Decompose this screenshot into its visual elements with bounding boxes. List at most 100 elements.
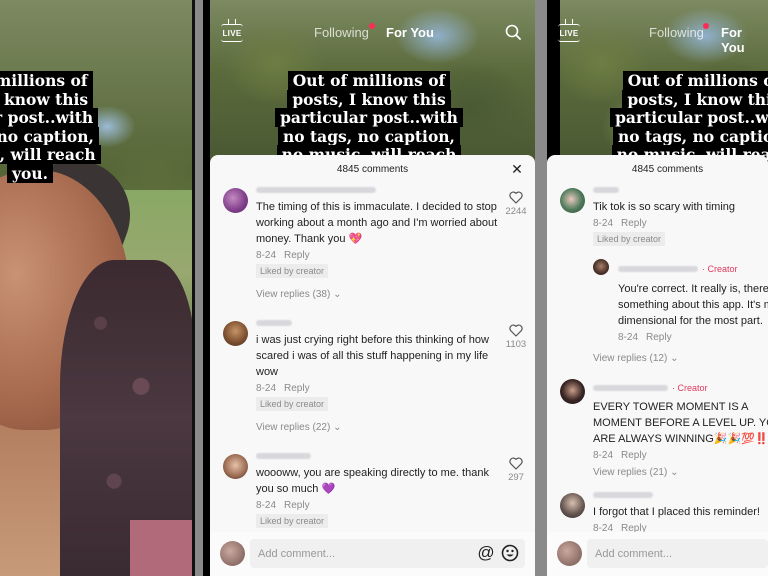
heart-icon — [509, 457, 523, 470]
party-100-emoji: 🎉🎉💯‼️ — [713, 433, 768, 446]
avatar[interactable] — [223, 188, 248, 213]
avatar[interactable] — [223, 321, 248, 347]
comments-list[interactable]: Tik tok is so scary with timing 8-24 Repl… — [547, 185, 768, 532]
heart-icon — [509, 324, 523, 337]
creator-tag: · Creator — [702, 264, 738, 274]
caption-line: s, I know this — [0, 89, 94, 109]
comments-count-title: 4845 comments — [631, 164, 704, 175]
comments-header: 4845 comments — [547, 155, 768, 185]
view-replies-label: View replies (38) — [256, 289, 331, 301]
caption-line: Out of millions of — [287, 71, 451, 90]
view-replies-label: View replies (21) — [593, 467, 668, 479]
liked-by-creator-badge: Liked by creator — [256, 397, 329, 412]
avatar[interactable] — [223, 454, 248, 480]
comment-date: 8-24 — [618, 332, 639, 343]
video-panel-3: LIVE Following For You Out of millions o… — [547, 0, 768, 576]
emoji-icon[interactable] — [501, 544, 519, 562]
view-replies-button[interactable]: View replies (22) ⌄ — [256, 422, 501, 433]
comment-item: woooww, you are speaking directly to me.… — [210, 453, 535, 532]
comment-text: The timing of this is immaculate. I deci… — [256, 199, 501, 247]
like-button[interactable]: 2244 — [503, 191, 529, 217]
caption-line: no tags, no caption, — [613, 126, 768, 146]
comment-item: i was just crying right before this thin… — [210, 320, 535, 433]
reply-button[interactable]: Reply — [646, 332, 672, 343]
view-replies-button[interactable]: View replies (21) ⌄ — [593, 467, 768, 478]
creator-reply: · Creator You're correct. It really is, … — [593, 259, 768, 343]
current-user-avatar — [557, 541, 582, 566]
reply-button[interactable]: Reply — [284, 250, 310, 261]
comment-text: You're correct. It really is, there's so… — [618, 283, 768, 327]
purple-heart-emoji: 💜 — [321, 483, 336, 496]
creator-avatar[interactable] — [593, 259, 609, 275]
creator-tag: · Creator — [672, 383, 708, 393]
reply-button[interactable]: Reply — [621, 523, 647, 532]
comments-header: 4845 comments ✕ — [210, 155, 535, 185]
live-icon[interactable]: LIVE — [221, 24, 243, 42]
liked-by-creator-badge: Liked by creator — [256, 514, 329, 529]
view-replies-label: View replies (12) — [593, 353, 668, 364]
tab-following[interactable]: Following — [649, 25, 704, 40]
notification-dot — [703, 23, 709, 29]
comment-item: I forgot that I placed this reminder! 8-… — [547, 492, 768, 532]
video-caption: Out of millions of posts, I know this pa… — [203, 71, 535, 165]
caption-line: posts, I know this — [622, 89, 768, 109]
comment-text-body: The timing of this is immaculate. I deci… — [256, 201, 498, 245]
add-comment-input[interactable] — [587, 539, 768, 568]
comment-meta: 8-24 Reply — [256, 383, 501, 394]
username-blurred[interactable] — [256, 453, 311, 460]
reply-button[interactable]: Reply — [284, 500, 310, 511]
live-icon[interactable]: LIVE — [558, 24, 580, 42]
like-button[interactable]: 1103 — [503, 324, 529, 350]
top-nav: LIVE Following For You — [547, 22, 768, 55]
comment-meta: 8-24 Reply — [593, 450, 768, 461]
like-count: 1103 — [505, 339, 527, 351]
close-icon[interactable]: ✕ — [511, 162, 523, 176]
avatar[interactable] — [560, 188, 585, 213]
comment-item: Tik tok is so scary with timing 8-24 Repl… — [547, 187, 768, 364]
comment-date: 8-24 — [256, 500, 277, 512]
heart-icon — [509, 191, 523, 204]
video-person-shirt — [130, 520, 195, 576]
view-replies-button[interactable]: View replies (12) ⌄ — [593, 353, 768, 364]
search-icon[interactable] — [505, 24, 521, 40]
username-blurred[interactable] — [593, 187, 619, 193]
tab-for-you[interactable]: For You — [386, 25, 434, 40]
comments-list[interactable]: The timing of this is immaculate. I deci… — [210, 185, 535, 532]
username-blurred[interactable] — [618, 265, 698, 272]
view-replies-label: View replies (22) — [256, 422, 331, 434]
comments-sheet: 4845 comments Tik tok is so scary with t… — [547, 155, 768, 576]
reply-button[interactable]: Reply — [621, 218, 647, 229]
username-blurred[interactable] — [256, 187, 376, 193]
tab-for-you[interactable]: For You — [721, 25, 768, 55]
comment-text: Tik tok is so scary with timing — [593, 201, 736, 213]
video-caption: Out of millions of posts, I know this pa… — [584, 71, 768, 165]
caption-line: particular post..with — [275, 108, 463, 127]
comment-text: i was just crying right before this thin… — [256, 334, 489, 379]
panel-divider — [192, 0, 195, 576]
username-blurred[interactable] — [593, 384, 668, 391]
avatar[interactable] — [560, 493, 585, 519]
video-caption: of millions of s, I know this ular post.… — [0, 71, 180, 183]
comment-date: 8-24 — [593, 218, 614, 229]
comment-text: EVERY TOWER MOMENT IS A MOMENT BEFORE A … — [593, 399, 768, 447]
comment-composer — [547, 532, 768, 576]
current-user-avatar — [220, 541, 245, 566]
chevron-down-icon: ⌄ — [670, 353, 679, 364]
comment-item: The timing of this is immaculate. I deci… — [210, 187, 535, 300]
comment-date: 8-24 — [593, 450, 614, 462]
comment-text: I forgot that I placed this reminder! — [593, 506, 760, 519]
comments-count-title: 4845 comments — [336, 164, 409, 175]
username-blurred[interactable] — [256, 320, 292, 327]
avatar[interactable] — [560, 379, 585, 404]
view-replies-button[interactable]: View replies (38) ⌄ — [256, 289, 501, 300]
username-blurred[interactable] — [593, 492, 653, 499]
mention-at-icon[interactable]: @ — [477, 544, 495, 562]
like-button[interactable]: 297 — [503, 457, 529, 483]
notification-dot — [369, 23, 375, 29]
comment-meta: 8-24 Reply — [256, 500, 501, 511]
reply-button[interactable]: Reply — [621, 450, 647, 461]
reply-button[interactable]: Reply — [284, 383, 310, 394]
tab-following[interactable]: Following — [314, 25, 369, 40]
comment-meta: 8-24 Reply — [256, 250, 501, 261]
caption-line: Out of millions of — [622, 71, 768, 90]
